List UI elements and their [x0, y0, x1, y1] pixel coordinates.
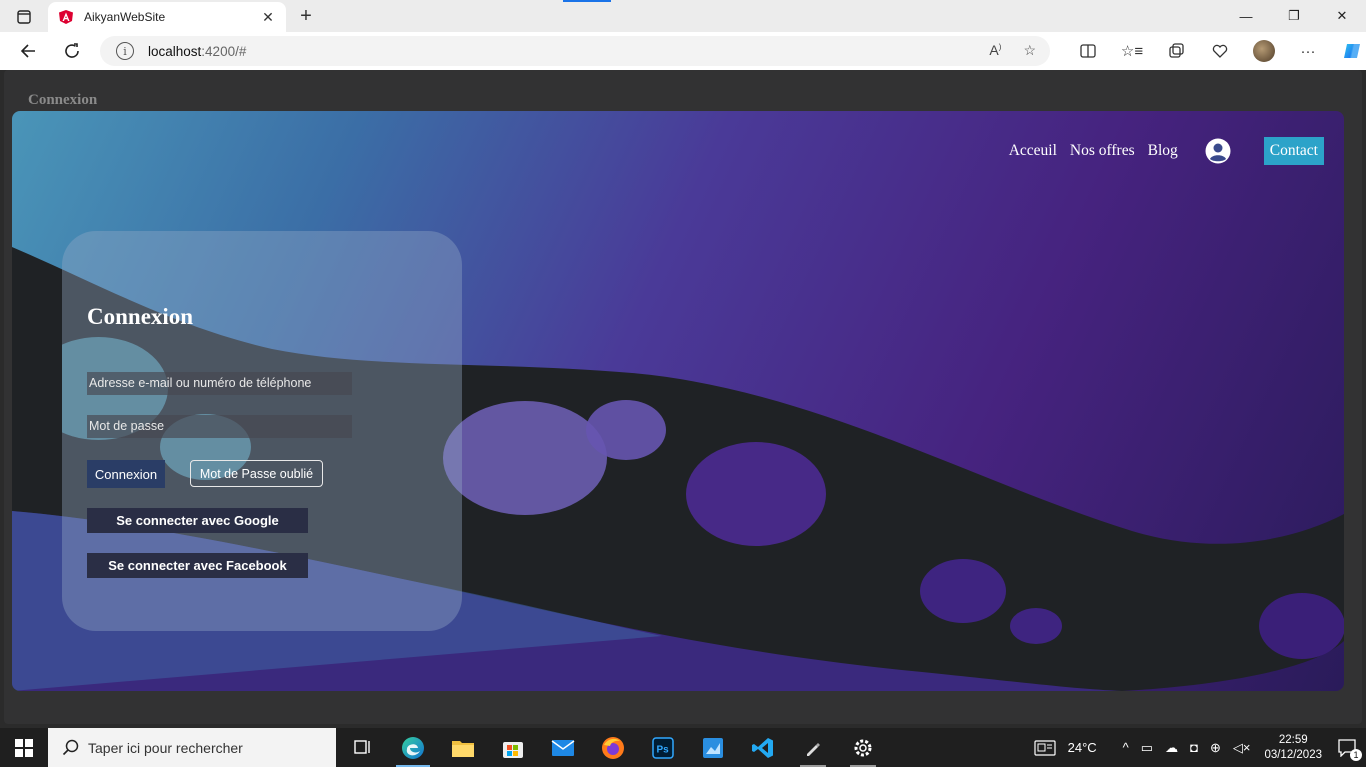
vscode-icon[interactable]: [738, 728, 788, 767]
favorites-icon[interactable]: ☆≡: [1110, 40, 1154, 62]
page-heading: Connexion: [28, 92, 98, 108]
taskbar: Taper ici pour rechercher Ps 24°C ^ ▭ ☁ …: [0, 728, 1366, 767]
copilot-icon[interactable]: [1330, 40, 1366, 62]
login-button[interactable]: Connexion: [87, 460, 165, 488]
read-aloud-icon[interactable]: A): [989, 42, 1001, 59]
battery-icon[interactable]: ▭: [1141, 740, 1153, 756]
restore-icon[interactable]: ❐: [1270, 0, 1318, 32]
weather-temperature[interactable]: 24°C: [1068, 740, 1097, 755]
clock-time: 22:59: [1278, 733, 1308, 746]
url-text: localhost:4200/#: [148, 43, 247, 59]
favorite-star-icon[interactable]: ☆: [1023, 42, 1036, 59]
clock-date: 03/12/2023: [1264, 748, 1322, 761]
site-info-icon[interactable]: i: [116, 42, 134, 60]
facebook-login-button[interactable]: Se connecter avec Facebook: [87, 553, 308, 578]
hero-section: Acceuil Nos offres Blog Contact Connexio…: [12, 111, 1344, 691]
camera-icon[interactable]: ◘: [1190, 740, 1198, 755]
close-tab-icon[interactable]: ✕: [260, 9, 276, 26]
site-nav: Acceuil Nos offres Blog Contact: [1009, 137, 1324, 165]
clock[interactable]: 22:59 03/12/2023: [1264, 733, 1322, 763]
browser-essentials-icon[interactable]: [1198, 40, 1242, 62]
windows-start-icon[interactable]: [0, 728, 48, 767]
taskbar-search[interactable]: Taper ici pour rechercher: [48, 728, 336, 767]
nav-link-acceuil[interactable]: Acceuil: [1009, 142, 1057, 160]
tab-indicator: [563, 0, 611, 2]
search-placeholder: Taper ici pour rechercher: [88, 739, 243, 756]
login-title: Connexion: [87, 304, 194, 329]
address-bar[interactable]: i localhost:4200/# A) ☆: [100, 36, 1050, 66]
notification-badge: 1: [1350, 749, 1362, 761]
user-account-icon[interactable]: [1205, 138, 1231, 164]
collections-icon[interactable]: [1154, 40, 1198, 62]
weather-icon[interactable]: [1034, 739, 1056, 756]
system-tray: 24°C ^ ▭ ☁ ◘ ⊕ ◁× 22:59 03/12/2023 1: [1028, 728, 1366, 767]
split-screen-icon[interactable]: [1066, 40, 1110, 62]
network-icon[interactable]: ⊕: [1210, 740, 1221, 756]
notifications-icon[interactable]: 1: [1330, 728, 1366, 767]
photoshop-icon[interactable]: Ps: [638, 728, 688, 767]
file-explorer-icon[interactable]: [438, 728, 488, 767]
back-icon[interactable]: [14, 38, 42, 64]
volume-muted-icon[interactable]: ◁×: [1233, 740, 1251, 756]
forgot-password-button[interactable]: Mot de Passe oublié: [190, 460, 323, 487]
tab-actions-icon[interactable]: [10, 6, 38, 28]
close-window-icon[interactable]: ✕: [1318, 0, 1366, 32]
new-tab-icon[interactable]: +: [294, 4, 318, 28]
settings-icon[interactable]: [838, 728, 888, 767]
google-login-button[interactable]: Se connecter avec Google: [87, 508, 308, 533]
browser-tab[interactable]: AikyanWebSite ✕: [48, 2, 286, 32]
login-card: Connexion Adresse e-mail ou numéro de té…: [62, 231, 462, 631]
onedrive-icon[interactable]: ☁: [1165, 740, 1178, 756]
nav-link-nos-offres[interactable]: Nos offres: [1070, 142, 1135, 160]
task-view-icon[interactable]: [338, 728, 388, 767]
tab-title: AikyanWebSite: [84, 10, 166, 24]
browser-tab-strip: AikyanWebSite ✕ + — ❐ ✕: [0, 0, 1366, 32]
pen-tool-icon[interactable]: [788, 728, 838, 767]
password-field[interactable]: Mot de passe: [87, 415, 352, 438]
edge-icon[interactable]: [388, 728, 438, 767]
contact-button[interactable]: Contact: [1263, 137, 1324, 165]
email-field[interactable]: Adresse e-mail ou numéro de téléphone: [87, 372, 352, 395]
minimize-icon[interactable]: —: [1222, 0, 1270, 32]
nav-link-blog[interactable]: Blog: [1148, 142, 1178, 160]
paint-icon[interactable]: [688, 728, 738, 767]
mail-icon[interactable]: [538, 728, 588, 767]
firefox-icon[interactable]: [588, 728, 638, 767]
profile-avatar[interactable]: [1242, 40, 1286, 62]
search-icon: [62, 739, 79, 755]
chevron-up-icon[interactable]: ^: [1123, 740, 1129, 755]
refresh-icon[interactable]: [58, 38, 86, 64]
browser-toolbar: i localhost:4200/# A) ☆ ☆≡ ···: [0, 32, 1366, 70]
microsoft-store-icon[interactable]: [488, 728, 538, 767]
svg-text:Ps: Ps: [657, 744, 670, 755]
page-viewport: Connexion Acceuil Nos offres Blog Contac…: [4, 70, 1362, 724]
more-options-icon[interactable]: ···: [1286, 40, 1330, 62]
angular-icon: [59, 10, 73, 24]
